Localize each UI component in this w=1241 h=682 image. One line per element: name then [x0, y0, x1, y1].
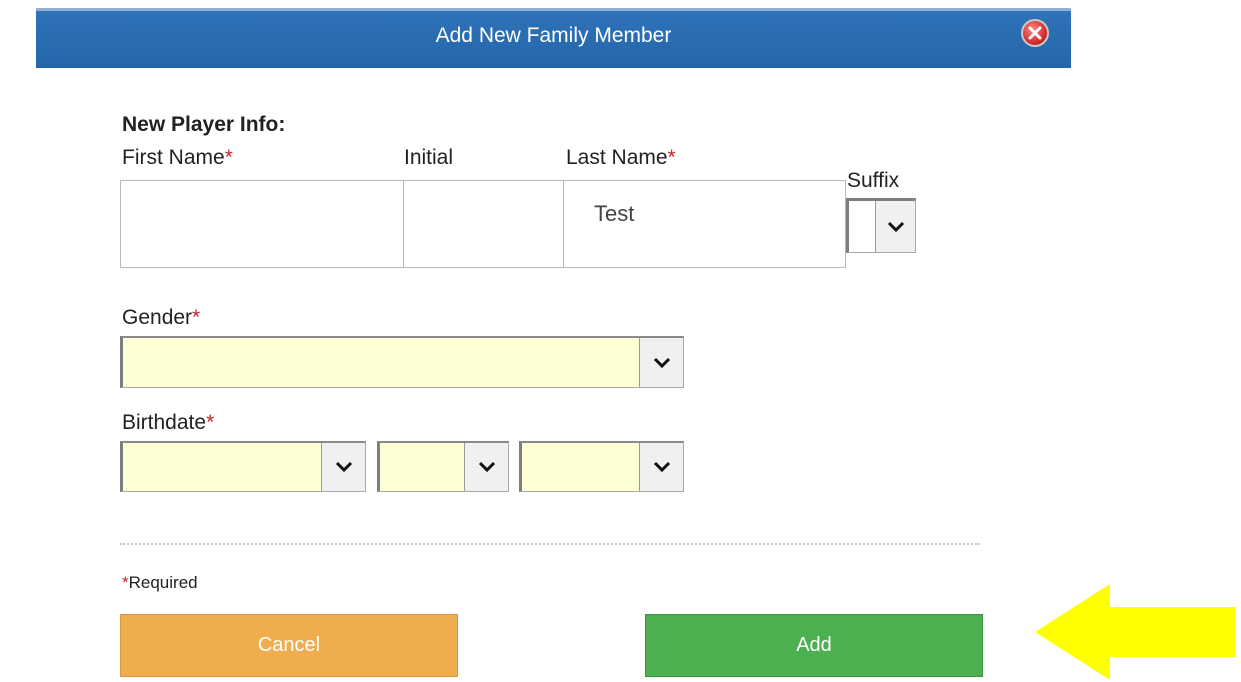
chevron-down-icon: [335, 461, 352, 473]
initial-field[interactable]: [403, 180, 564, 268]
chevron-down-icon: [653, 461, 670, 473]
close-button[interactable]: [1021, 19, 1049, 47]
dialog-titlebar: Add New Family Member: [36, 8, 1071, 68]
birth-day-dropdown-button[interactable]: [464, 443, 508, 491]
suffix-label: Suffix: [847, 169, 900, 192]
birth-year-select[interactable]: [519, 441, 684, 492]
required-note: *Required: [122, 573, 198, 592]
gender-label: Gender*: [122, 306, 201, 329]
last-name-field[interactable]: Test: [563, 180, 846, 268]
birth-day-select[interactable]: [377, 441, 509, 492]
suffix-select[interactable]: [846, 198, 916, 253]
birthdate-label: Birthdate*: [122, 411, 215, 434]
chevron-down-icon: [478, 461, 495, 473]
birth-month-select[interactable]: [120, 441, 366, 492]
last-name-value: Test: [594, 201, 635, 226]
dialog-title: Add New Family Member: [435, 24, 672, 47]
birth-year-dropdown-button[interactable]: [639, 443, 683, 491]
chevron-down-icon: [887, 221, 904, 232]
section-title: New Player Info:: [122, 113, 286, 136]
close-icon: [1028, 26, 1042, 40]
chevron-down-icon: [653, 357, 670, 368]
initial-label: Initial: [404, 146, 454, 169]
add-button[interactable]: Add: [645, 614, 983, 677]
suffix-dropdown-button[interactable]: [875, 201, 915, 252]
last-name-label: Last Name*: [566, 146, 676, 169]
first-name-label: First Name*: [122, 146, 233, 169]
birth-month-dropdown-button[interactable]: [321, 443, 365, 491]
first-name-field[interactable]: [120, 180, 404, 268]
gender-dropdown-button[interactable]: [639, 338, 683, 387]
gender-select[interactable]: [120, 336, 684, 388]
titlebar-top-line: [36, 8, 1071, 11]
arrow-left-icon: [1035, 584, 1235, 680]
cancel-button[interactable]: Cancel: [120, 614, 458, 677]
divider: [120, 543, 980, 545]
